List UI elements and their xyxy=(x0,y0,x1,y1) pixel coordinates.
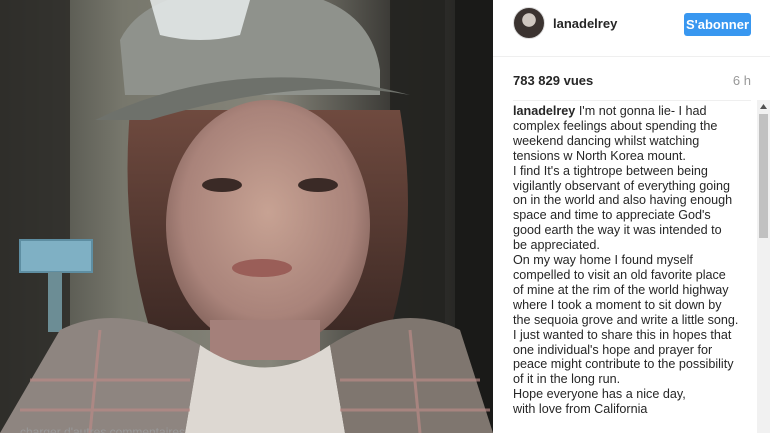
caption-line: compelled to visit an old favorite place xyxy=(513,267,726,282)
caption-line: peace might contribute to the possibilit… xyxy=(513,357,734,372)
caption-author-link[interactable]: lanadelrey xyxy=(513,104,575,118)
divider xyxy=(513,100,751,101)
caption-scrollbar[interactable] xyxy=(757,100,770,433)
avatar[interactable] xyxy=(513,7,545,39)
caption-line: with love from California xyxy=(513,402,648,417)
post-sidebar: lanadelrey S'abonner 783 829 vues 6 h la… xyxy=(493,0,770,433)
caption-line-0: lanadelrey I'm not gonna lie- I had xyxy=(513,104,749,119)
post-caption: lanadelrey I'm not gonna lie- I had comp… xyxy=(513,104,749,433)
caption-line: vigilantly observant of everything going xyxy=(513,178,731,193)
post-stats: 783 829 vues 6 h xyxy=(513,73,751,93)
caption-line: on in the world and also having enough xyxy=(513,193,733,208)
video-frame xyxy=(0,0,493,433)
caption-line: I find It's a tightrope between being xyxy=(513,163,708,178)
scrollbar-thumb[interactable] xyxy=(759,114,768,238)
post-timestamp[interactable]: 6 h xyxy=(733,73,751,88)
caption-line: of mine at the rim of the world highway xyxy=(513,282,729,297)
caption-line: weekend dancing whilst watching xyxy=(513,133,700,148)
caption-line: good earth the way it was intended to xyxy=(513,223,722,238)
load-more-comments-link[interactable]: charger d'autres commentaires xyxy=(20,425,185,433)
triangle-up-icon[interactable] xyxy=(757,100,770,113)
post-video[interactable] xyxy=(0,0,493,433)
caption-line: of it in the long run. xyxy=(513,372,621,387)
caption-line: tensions w North Korea mount. xyxy=(513,148,686,163)
caption-line: I just wanted to share this in hopes tha… xyxy=(513,327,732,342)
post-header: lanadelrey S'abonner xyxy=(493,0,770,57)
caption-line: Hope everyone has a nice day, xyxy=(513,387,686,402)
caption-line: where I took a moment to sit down by xyxy=(513,297,722,312)
follow-button[interactable]: S'abonner xyxy=(684,13,751,36)
username-link[interactable]: lanadelrey xyxy=(553,16,617,31)
caption-line: the sequoia grove and write a little son… xyxy=(513,312,739,327)
caption-line: On my way home I found myself xyxy=(513,253,693,268)
caption-line: complex feelings about spending the xyxy=(513,118,718,133)
view-count: 783 829 vues xyxy=(513,73,594,88)
caption-line: space and time to appreciate God's xyxy=(513,208,711,223)
caption-text: I'm not gonna lie- I had xyxy=(578,104,707,118)
caption-line: be appreciated. xyxy=(513,238,600,253)
caption-line: one individual's hope and prayer for xyxy=(513,342,713,357)
